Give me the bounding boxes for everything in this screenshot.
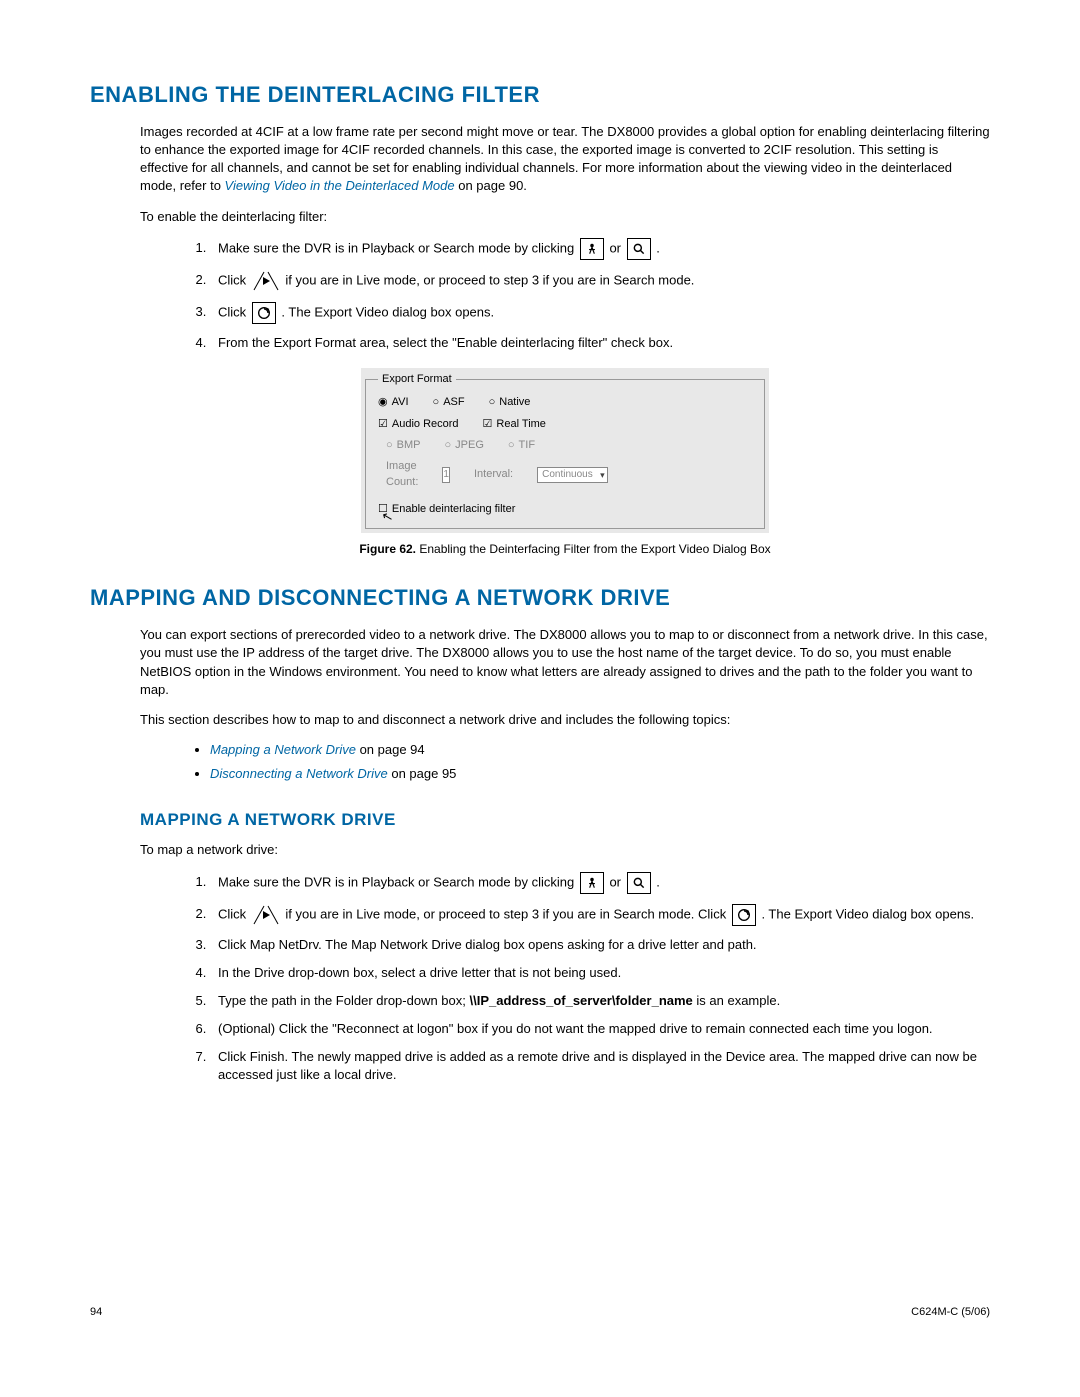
check-audio[interactable]: ☑Audio Record: [378, 417, 459, 432]
text: .: [656, 240, 660, 255]
step-7: Click Finish. The newly mapped drive is …: [210, 1048, 990, 1084]
page-footer: 94 C624M-C (5/06): [90, 1305, 990, 1320]
text: Click: [218, 906, 250, 921]
person-icon[interactable]: [580, 238, 604, 260]
label-image-count: Image Count:: [386, 459, 418, 490]
doc-id: C624M-C (5/06): [911, 1305, 990, 1320]
text: or: [609, 240, 624, 255]
step-6: (Optional) Click the "Reconnect at logon…: [210, 1020, 990, 1038]
text: Type the path in the Folder drop-down bo…: [218, 993, 470, 1008]
radio-bmp: ○BMP: [386, 438, 421, 453]
step-5: Type the path in the Folder drop-down bo…: [210, 992, 990, 1010]
paragraph-map-topics: This section describes how to map to and…: [140, 711, 990, 729]
text: on page 95: [388, 766, 457, 781]
label-enable-deinterlace: Enable deinterlacing filter: [392, 502, 516, 517]
lead-enable: To enable the deinterlacing filter:: [140, 208, 990, 226]
step-1: Make sure the DVR is in Playback or Sear…: [210, 872, 990, 894]
label-interval: Interval:: [474, 467, 513, 482]
link-viewing-video[interactable]: Viewing Video in the Deinterlaced Mode: [225, 178, 455, 193]
text: or: [609, 874, 624, 889]
check-realtime[interactable]: ☑Real Time: [483, 417, 546, 432]
steps-enable-deinterlace: Make sure the DVR is in Playback or Sear…: [210, 238, 990, 352]
export-format-panel: Export Format ◉AVI ○ASF ○Native ☑Audio R…: [365, 372, 765, 529]
topics-list: Mapping a Network Drive on page 94 Disco…: [210, 741, 990, 783]
radio-tif: ○TIF: [508, 438, 535, 453]
page-number: 94: [90, 1305, 102, 1320]
link-mapping-drive[interactable]: Mapping a Network Drive: [210, 742, 356, 757]
text: .: [656, 874, 660, 889]
step-4: In the Drive drop-down box, select a dri…: [210, 964, 990, 982]
step-1: Make sure the DVR is in Playback or Sear…: [210, 238, 990, 260]
text: on page 94: [356, 742, 425, 757]
text: on page 90.: [458, 178, 527, 193]
figure-label: Figure 62.: [359, 542, 416, 556]
text: . The Export Video dialog box opens.: [761, 906, 974, 921]
text: Click: [218, 272, 250, 287]
export-icon[interactable]: [732, 904, 756, 926]
example-path: \\IP_address_of_server\folder_name: [470, 993, 693, 1008]
list-item: Mapping a Network Drive on page 94: [210, 741, 990, 759]
text: . The Export Video dialog box opens.: [281, 304, 494, 319]
step-3: Click . The Export Video dialog box open…: [210, 302, 990, 324]
step-2: Click if you are in Live mode, or procee…: [210, 270, 990, 292]
radio-jpeg: ○JPEG: [445, 438, 484, 453]
lead-map: To map a network drive:: [140, 841, 990, 859]
list-item: Disconnecting a Network Drive on page 95: [210, 765, 990, 783]
text: Make sure the DVR is in Playback or Sear…: [218, 874, 578, 889]
heading-deinterlace: ENABLING THE DEINTERLACING FILTER: [90, 80, 990, 111]
figure-text: Enabling the Deinterfacing Filter from t…: [416, 542, 771, 556]
legend: Export Format: [378, 372, 456, 387]
radio-asf[interactable]: ○ASF: [433, 395, 465, 410]
text: if you are in Live mode, or proceed to s…: [285, 272, 694, 287]
text: Click: [218, 304, 250, 319]
magnify-icon[interactable]: [627, 238, 651, 260]
step-2: Click if you are in Live mode, or procee…: [210, 904, 990, 926]
magnify-icon[interactable]: [627, 872, 651, 894]
text: if you are in Live mode, or proceed to s…: [285, 906, 729, 921]
paragraph-deinterlace-intro: Images recorded at 4CIF at a low frame r…: [140, 123, 990, 196]
play-icon[interactable]: [252, 904, 280, 926]
image-count-spinner: 1: [442, 467, 450, 483]
text: is an example.: [693, 993, 780, 1008]
heading-mapping-disconnect: MAPPING AND DISCONNECTING A NETWORK DRIV…: [90, 583, 990, 614]
figure-62: Export Format ◉AVI ○ASF ○Native ☑Audio R…: [140, 368, 990, 558]
export-icon[interactable]: [252, 302, 276, 324]
step-3: Click Map NetDrv. The Map Network Drive …: [210, 936, 990, 954]
play-icon[interactable]: [252, 270, 280, 292]
figure-62-caption: Figure 62. Enabling the Deinterfacing Fi…: [140, 541, 990, 558]
text: Make sure the DVR is in Playback or Sear…: [218, 240, 578, 255]
step-4: From the Export Format area, select the …: [210, 334, 990, 352]
radio-avi[interactable]: ◉AVI: [378, 395, 409, 410]
link-disconnecting-drive[interactable]: Disconnecting a Network Drive: [210, 766, 388, 781]
heading-mapping-drive: MAPPING A NETWORK DRIVE: [140, 808, 990, 832]
person-icon[interactable]: [580, 872, 604, 894]
steps-map-drive: Make sure the DVR is in Playback or Sear…: [210, 872, 990, 1085]
interval-select: Continuous: [537, 467, 608, 483]
radio-native[interactable]: ○Native: [489, 395, 531, 410]
check-enable-deinterlace[interactable]: ☐: [378, 502, 388, 517]
paragraph-map-intro: You can export sections of prerecorded v…: [140, 626, 990, 699]
